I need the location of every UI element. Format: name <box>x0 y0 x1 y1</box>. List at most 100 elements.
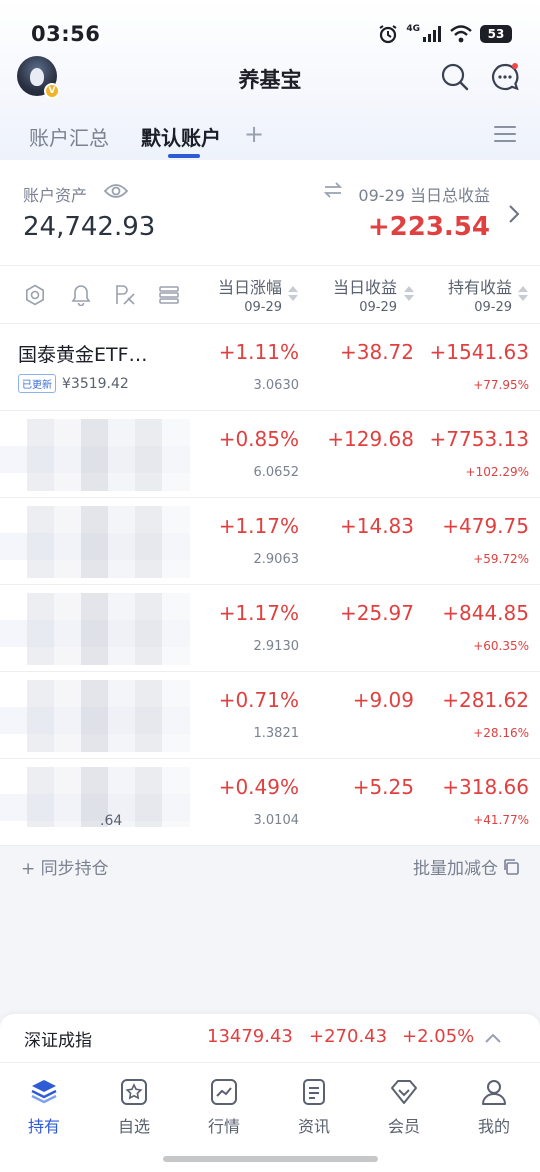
nav-tab-label: 自选 <box>117 1117 150 1136</box>
holding-profit: +844.85 <box>442 601 529 625</box>
column-daily-profit[interactable]: 当日收益 09-29 <box>333 274 397 315</box>
chevron-right-icon[interactable] <box>508 204 520 224</box>
nav-tab-news[interactable]: 资讯 <box>284 1077 344 1137</box>
fund-nav: 6.0652 <box>253 465 300 480</box>
fund-row[interactable]: +0.85% 6.0652 +129.68 +7753.13 +102.29% <box>0 411 540 498</box>
swap-icon[interactable] <box>323 180 343 200</box>
nav-tab-label: 行情 <box>207 1117 240 1136</box>
daily-change: +1.11% <box>218 340 299 364</box>
batch-adjust-label: 批量加减仓 <box>413 859 498 879</box>
fund-nav: 3.0104 <box>253 813 300 828</box>
home-indicator[interactable] <box>163 1156 378 1162</box>
fund-sub: 已更新 ¥3519.42 <box>18 374 129 393</box>
add-account-icon[interactable]: + <box>244 120 264 148</box>
holding-profit-pct: +59.72% <box>473 552 529 566</box>
holding-profit-pct: +60.35% <box>473 639 529 653</box>
alarm-icon <box>379 25 397 44</box>
copy-icon <box>504 858 519 875</box>
index-change: +270.43 <box>309 1026 388 1047</box>
battery-indicator: 53 <box>480 25 512 43</box>
layers-icon <box>31 1080 57 1104</box>
column-holding-profit[interactable]: 持有收益 09-29 <box>448 274 512 315</box>
account-tabs: 账户汇总 默认账户 + <box>0 118 540 160</box>
column-date: 09-29 <box>359 300 397 315</box>
sort-icon[interactable] <box>404 286 414 301</box>
nav-tab-membership[interactable]: 会员 <box>374 1077 434 1137</box>
daily-profit: +129.68 <box>327 427 414 451</box>
daily-change: +1.17% <box>218 601 299 625</box>
tab-account-summary[interactable]: 账户汇总 <box>29 122 109 151</box>
star-icon <box>121 1079 147 1105</box>
blurred-fund-name <box>0 767 190 827</box>
daily-profit: +38.72 <box>339 340 414 364</box>
nav-tab-market[interactable]: 行情 <box>194 1077 254 1137</box>
market-index-bar[interactable]: 深证成指 13479.43 +270.43 +2.05% <box>0 1014 540 1062</box>
network-label: 4G <box>406 24 420 34</box>
column-daily-change[interactable]: 当日涨幅 09-29 <box>218 274 282 315</box>
chevron-up-icon[interactable] <box>484 1032 502 1044</box>
diamond-icon <box>391 1080 417 1104</box>
search-button[interactable] <box>440 62 470 92</box>
message-button[interactable] <box>490 62 520 92</box>
sort-icon[interactable] <box>518 286 528 301</box>
daily-change: +0.71% <box>218 688 299 712</box>
fund-nav: 2.9130 <box>253 639 300 654</box>
holding-profit-pct: +28.16% <box>473 726 529 740</box>
fund-row[interactable]: +0.71% 1.3821 +9.09 +281.62 +28.16% <box>0 672 540 759</box>
list-header: 当日涨幅 09-29 当日收益 09-29 持有收益 09-29 <box>0 266 540 324</box>
daily-profit: +9.09 <box>352 688 414 712</box>
account-summary: 账户资产 24,742.93 09-29 当日总收益 +223.54 <box>0 160 540 266</box>
top-area: 03:56 4G 53 V 养基宝 账户汇总 默认账户 + <box>0 0 540 160</box>
blurred-fund-name <box>0 593 190 665</box>
column-date: 09-29 <box>244 300 282 315</box>
rk-icon[interactable] <box>114 284 136 306</box>
daily-change: +1.17% <box>218 514 299 538</box>
app-header: V 养基宝 <box>0 56 540 100</box>
nav-tab-label: 会员 <box>387 1117 420 1136</box>
tab-default-account[interactable]: 默认账户 <box>141 122 221 151</box>
signal-icon <box>423 26 441 42</box>
index-value: 13479.43 <box>207 1026 293 1047</box>
batch-adjust-button[interactable]: 批量加减仓 <box>413 854 520 879</box>
fund-row[interactable]: .64 +0.49% 3.0104 +5.25 +318.66 +41.77% <box>0 759 540 846</box>
list-icon[interactable] <box>158 284 180 306</box>
index-change-pct: +2.05% <box>402 1026 475 1047</box>
nav-tab-holdings[interactable]: 持有 <box>14 1077 74 1137</box>
daily-change: +0.49% <box>218 775 299 799</box>
asset-value: 24,742.93 <box>23 212 156 242</box>
nav-tab-profile[interactable]: 我的 <box>464 1077 524 1137</box>
holding-profit: +281.62 <box>442 688 529 712</box>
asset-label: 账户资产 <box>23 186 88 205</box>
index-name: 深证成指 <box>24 1031 92 1051</box>
blurred-fund-name <box>0 419 190 491</box>
holding-profit: +1541.63 <box>429 340 529 364</box>
holding-profit-pct: +41.77% <box>473 813 529 827</box>
holdings-card: 账户资产 24,742.93 09-29 当日总收益 +223.54 当日涨幅 … <box>0 160 540 846</box>
nav-tab-watchlist[interactable]: 自选 <box>104 1077 164 1137</box>
daily-profit: +5.25 <box>352 775 414 799</box>
fund-nav: 3.0630 <box>253 378 300 393</box>
eye-icon[interactable] <box>104 182 128 200</box>
sort-icon[interactable] <box>288 286 298 301</box>
daily-profit-value: +223.54 <box>367 212 490 242</box>
settings-icon[interactable] <box>24 284 46 306</box>
blurred-fund-name <box>0 506 190 578</box>
wifi-icon <box>450 25 472 43</box>
search-icon <box>441 63 469 91</box>
fund-name: 国泰黄金ETF… <box>18 344 148 366</box>
message-icon <box>492 63 519 91</box>
fund-row[interactable]: +1.17% 2.9130 +25.97 +844.85 +60.35% <box>0 585 540 672</box>
fund-row[interactable]: 国泰黄金ETF… 已更新 ¥3519.42 +1.11% 3.0630 +38.… <box>0 324 540 411</box>
holding-profit-pct: +77.95% <box>473 378 529 392</box>
daily-profit: +14.83 <box>339 514 414 538</box>
holdings-actions: + 同步持仓 批量加减仓 <box>0 840 540 892</box>
fund-amount: .64 <box>100 813 123 829</box>
menu-icon[interactable] <box>494 126 516 144</box>
daily-profit: +25.97 <box>339 601 414 625</box>
bell-icon[interactable] <box>70 284 92 306</box>
fund-row[interactable]: +1.17% 2.9063 +14.83 +479.75 +59.72% <box>0 498 540 585</box>
holding-profit: +318.66 <box>442 775 529 799</box>
chart-icon <box>211 1079 237 1105</box>
sync-holdings-button[interactable]: + 同步持仓 <box>21 854 109 879</box>
column-title: 当日收益 <box>332 278 397 297</box>
